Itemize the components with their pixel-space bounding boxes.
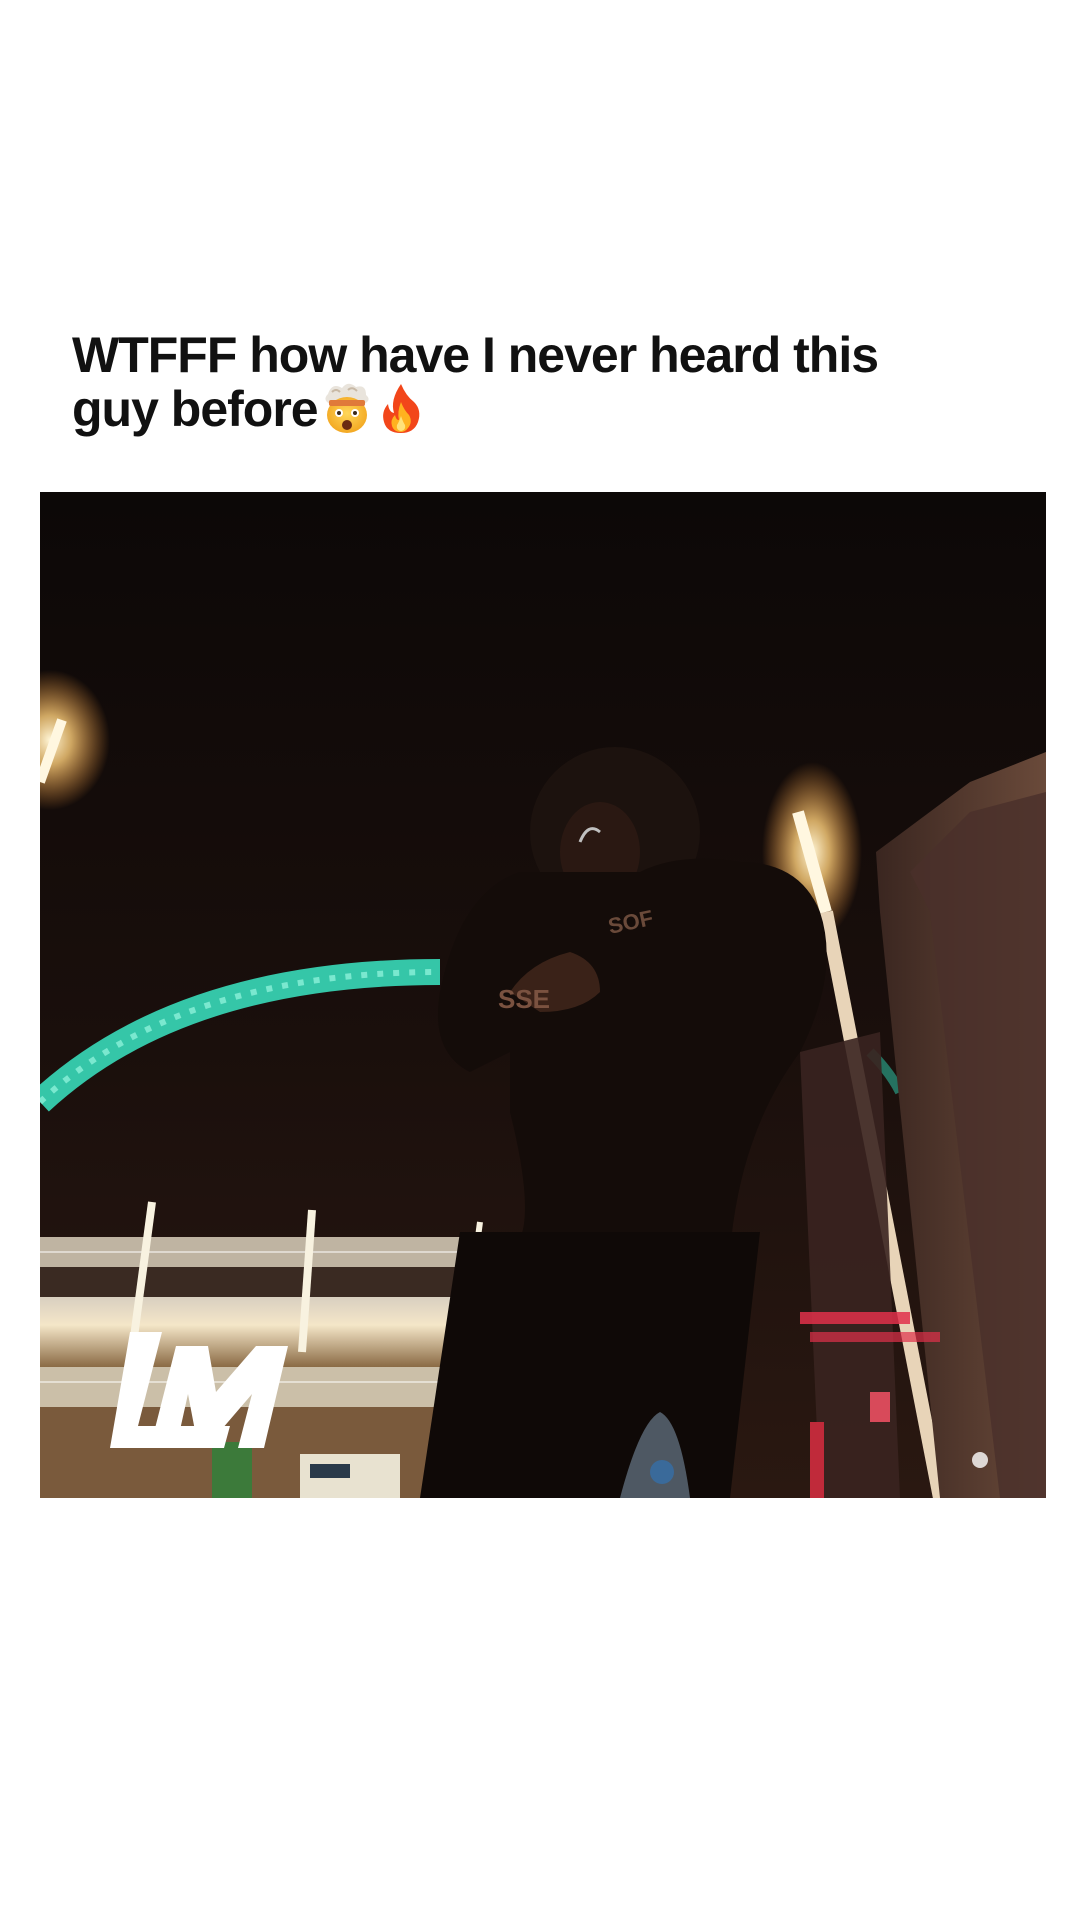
lm-watermark-logo-icon [110,1332,288,1448]
post-page: WTFFF how have I never heard this guy be… [0,0,1080,1920]
fire-icon [376,382,426,434]
video-frame[interactable]: SOF SSE [40,492,1046,1498]
caption-line-2-text: guy before [72,381,319,437]
caption-line-2: guy before [72,382,972,436]
caption-line-1: WTFFF how have I never heard this [72,327,879,383]
svg-text:SSE: SSE [498,984,550,1014]
exploding-head-emoji-icon [322,382,372,434]
post-caption: WTFFF how have I never heard this guy be… [72,328,972,436]
